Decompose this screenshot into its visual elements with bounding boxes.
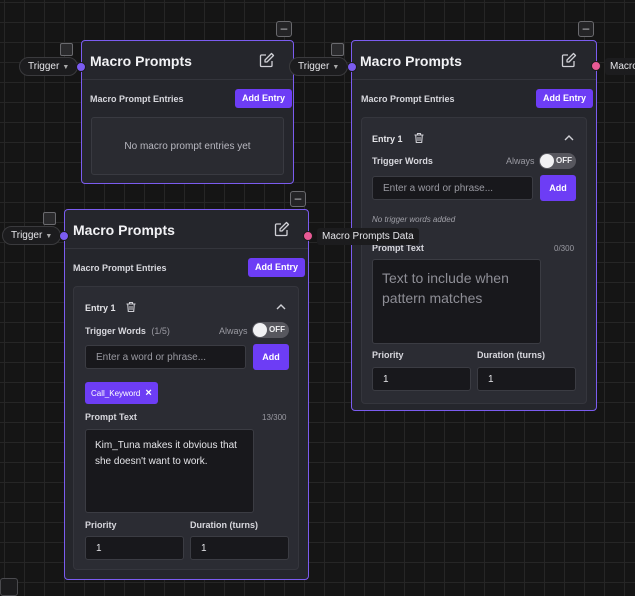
node-select-checkbox[interactable]: [43, 212, 56, 225]
trigger-pill-label: Trigger: [298, 61, 330, 72]
duration-label: Duration (turns): [190, 520, 258, 530]
input-handle[interactable]: [347, 62, 357, 72]
always-toggle[interactable]: OFF: [252, 322, 289, 338]
add-entry-button[interactable]: Add Entry: [235, 89, 293, 108]
priority-label: Priority: [85, 520, 117, 530]
input-handle[interactable]: [76, 62, 86, 72]
add-trigger-word-button[interactable]: Add: [540, 175, 576, 201]
empty-state-text: No macro prompt entries yet: [124, 140, 251, 152]
trigger-words-label: Trigger Words (1/5): [85, 326, 170, 336]
node-title: Macro Prompts: [90, 53, 192, 69]
trigger-word-chip: Call_Keyword ×: [85, 382, 158, 404]
priority-label: Priority: [372, 350, 404, 360]
edit-icon[interactable]: [259, 52, 275, 68]
priority-input[interactable]: [85, 536, 184, 560]
edit-icon[interactable]: [274, 221, 290, 237]
toggle-knob: [540, 154, 554, 168]
duration-label: Duration (turns): [477, 350, 545, 360]
trigger-word-input[interactable]: [85, 345, 246, 369]
macro-prompts-node[interactable]: Macro Prompts Macro Prompt Entries Add E…: [351, 40, 597, 411]
trigger-pill-label: Trigger: [28, 61, 60, 72]
trash-icon[interactable]: [125, 301, 137, 313]
trigger-word-input[interactable]: [372, 176, 533, 200]
trash-icon[interactable]: [413, 132, 425, 144]
macro-prompts-node[interactable]: Macro Prompts Macro Prompt Entries Add E…: [81, 40, 294, 184]
macro-prompts-node[interactable]: Macro Prompts Macro Prompt Entries Add E…: [64, 209, 309, 580]
edit-icon[interactable]: [561, 52, 577, 68]
entry-card: Entry 1 Trigger Words Always OFF Add No …: [361, 117, 587, 404]
entries-label: Macro Prompt Entries: [361, 94, 455, 104]
toggle-knob: [253, 323, 267, 337]
trigger-input-pill[interactable]: Trigger ▼: [2, 226, 62, 245]
minimize-button[interactable]: –: [276, 21, 292, 37]
add-trigger-word-button[interactable]: Add: [253, 344, 289, 370]
entries-label: Macro Prompt Entries: [73, 263, 167, 273]
caret-down-icon: ▼: [45, 233, 53, 240]
node-title: Macro Prompts: [73, 222, 175, 238]
caret-down-icon: ▼: [332, 64, 340, 71]
output-handle[interactable]: [303, 231, 313, 241]
trigger-words-label: Trigger Words: [372, 156, 433, 166]
output-handle[interactable]: [591, 61, 601, 71]
trigger-input-pill[interactable]: Trigger ▼: [19, 57, 79, 76]
input-handle[interactable]: [59, 231, 69, 241]
node-select-checkbox[interactable]: [331, 43, 344, 56]
node-header: Macro Prompts: [82, 41, 293, 80]
add-entry-button[interactable]: Add Entry: [248, 258, 306, 277]
trigger-words-label-text: Trigger Words: [85, 326, 146, 336]
empty-state: No macro prompt entries yet: [91, 117, 284, 175]
char-counter: 0/300: [554, 244, 575, 253]
entries-label: Macro Prompt Entries: [90, 94, 184, 104]
chip-label: Call_Keyword: [91, 388, 141, 398]
priority-input[interactable]: [372, 367, 471, 391]
output-label: Macro: [605, 58, 635, 75]
always-label: Always: [506, 156, 535, 166]
add-entry-button[interactable]: Add Entry: [536, 89, 594, 108]
minimize-button[interactable]: –: [578, 21, 594, 37]
no-trigger-words-note: No trigger words added: [372, 215, 456, 224]
node-header: Macro Prompts: [65, 210, 308, 249]
remove-chip-icon[interactable]: ×: [145, 387, 151, 399]
caret-down-icon: ▼: [62, 64, 70, 71]
toggle-label: OFF: [556, 156, 572, 165]
trigger-pill-label: Trigger: [11, 230, 43, 241]
entry-card: Entry 1 Trigger Words (1/5) Always OFF A…: [73, 286, 299, 570]
chevron-up-icon[interactable]: [563, 132, 575, 144]
trigger-input-pill[interactable]: Trigger ▼: [289, 57, 349, 76]
always-label: Always: [219, 326, 248, 336]
node-select-checkbox[interactable]: [60, 43, 73, 56]
chevron-up-icon[interactable]: [275, 301, 287, 313]
entry-title: Entry 1: [85, 303, 116, 313]
prompt-textarea[interactable]: Kim_Tuna makes it obvious that she doesn…: [85, 429, 254, 513]
char-counter: 13/300: [262, 413, 287, 422]
prompt-textarea[interactable]: [372, 259, 541, 344]
duration-input[interactable]: [190, 536, 289, 560]
resize-corner[interactable]: [0, 578, 18, 596]
prompt-text-label: Prompt Text: [85, 412, 137, 422]
node-title: Macro Prompts: [360, 53, 462, 69]
node-header: Macro Prompts: [352, 41, 596, 80]
duration-input[interactable]: [477, 367, 576, 391]
minimize-button[interactable]: –: [290, 191, 306, 207]
toggle-label: OFF: [269, 325, 285, 334]
entry-title: Entry 1: [372, 134, 403, 144]
trigger-words-count: (1/5): [151, 326, 170, 336]
output-label: Macro Prompts Data: [317, 228, 419, 245]
always-toggle[interactable]: OFF: [539, 153, 576, 169]
